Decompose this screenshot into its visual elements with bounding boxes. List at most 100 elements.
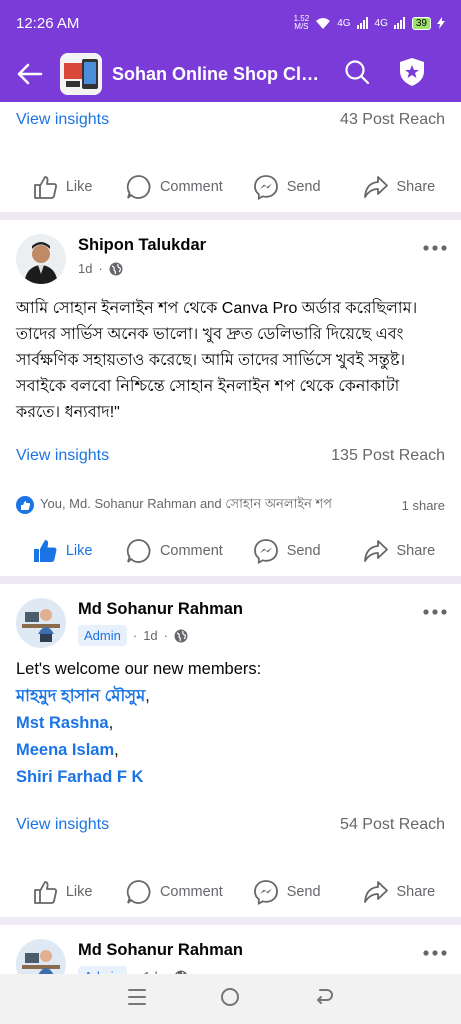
admin-photo-icon [16, 598, 66, 648]
messenger-icon [253, 174, 278, 200]
comment-label: Comment [159, 542, 223, 559]
comment-button[interactable]: Comment [118, 538, 230, 564]
author-name[interactable]: Shipon Talukdar [78, 236, 206, 255]
reactors[interactable]: You, Md. Sohanur Rahman and সোহান অনলাইন… [16, 495, 332, 516]
member-mention: Mst Rashna, [16, 710, 445, 737]
status-time: 12:26 AM [16, 14, 80, 32]
post-time[interactable]: 1d [78, 261, 92, 276]
share-button[interactable]: Share [343, 879, 455, 905]
post-reach: 135 Post Reach [331, 447, 445, 464]
share-arrow-icon [363, 539, 388, 562]
search-button[interactable] [344, 59, 370, 90]
status-bar: 12:26 AM 1.52 M/S 4G 4G 39 [0, 0, 461, 46]
author-name[interactable]: Md Sohanur Rahman [78, 941, 243, 960]
post-text: আমি সোহান ইনলাইন শপ থেকে Canva Pro অর্ডা… [16, 300, 418, 421]
comment-icon [126, 879, 151, 904]
more-dots-icon [423, 950, 447, 956]
network-type-2: 4G [374, 17, 388, 29]
more-dots-icon [423, 245, 447, 251]
share-count[interactable]: 1 share [402, 498, 445, 513]
post-actions: Like Comment Send Share [0, 865, 461, 917]
avatar[interactable] [16, 234, 66, 284]
post-header: Md Sohanur Rahman Admin · 1d · [0, 925, 461, 974]
member-link[interactable]: Mst Rashna [16, 714, 109, 732]
avatar[interactable] [16, 939, 66, 974]
back-nav-button[interactable] [314, 987, 334, 1012]
messenger-icon [253, 538, 278, 564]
share-button[interactable]: Share [343, 538, 455, 564]
post-insights-row: View insights 135 Post Reach [0, 438, 461, 474]
member-link[interactable]: Shiri Farhad F K [16, 768, 143, 786]
like-label: Like [65, 542, 93, 559]
admin-photo-icon [16, 939, 66, 974]
post-card: Shipon Talukdar 1d · আমি সোহান ইনলাইন শপ… [0, 220, 461, 576]
share-arrow-icon [363, 175, 388, 198]
menu-lines-icon [127, 988, 146, 1005]
mention-separator: , [114, 741, 119, 759]
send-button[interactable]: Send [231, 538, 343, 564]
network-type-1: 4G [337, 17, 351, 29]
thumbs-up-icon [33, 880, 57, 904]
post-time[interactable]: 1d [143, 628, 157, 643]
comment-button[interactable]: Comment [118, 879, 230, 905]
view-insights-link[interactable]: View insights [16, 447, 109, 465]
admin-badge: Admin [78, 966, 127, 974]
like-button[interactable]: Like [6, 879, 118, 905]
network-speed: 1.52 M/S [294, 15, 310, 31]
view-insights-link[interactable]: View insights [16, 111, 109, 129]
post-separator [0, 917, 461, 925]
member-mention: Meena Islam, [16, 737, 445, 764]
dot-separator: · [163, 628, 169, 643]
globe-icon [109, 262, 123, 275]
group-title[interactable]: Sohan Online Shop Club... [112, 64, 326, 85]
share-label: Share [396, 883, 436, 900]
reactions-summary: You, Md. Sohanur Rahman and সোহান অনলাইন… [0, 486, 461, 524]
member-link[interactable]: Meena Islam [16, 741, 114, 759]
like-button[interactable]: Like [6, 174, 118, 200]
battery-icon: 39 [411, 16, 431, 30]
status-icons: 1.52 M/S 4G 4G 39 [294, 15, 445, 31]
admin-badge: Admin [78, 625, 127, 646]
send-button[interactable]: Send [231, 879, 343, 905]
admin-tools-button[interactable] [398, 57, 426, 92]
member-mention: মাহমুদ হাসান মৌসুম, [16, 683, 445, 710]
group-thumbnail[interactable] [60, 53, 102, 95]
avatar[interactable] [16, 598, 66, 648]
recent-apps-button[interactable] [127, 988, 147, 1011]
wifi-icon [316, 17, 331, 29]
app-bar: Sohan Online Shop Club... [0, 46, 461, 102]
share-button[interactable]: Share [343, 174, 455, 200]
back-button[interactable] [12, 57, 46, 91]
post-header: Md Sohanur Rahman Admin · 1d · [0, 584, 461, 648]
user-photo-icon [16, 234, 66, 284]
messenger-icon [253, 879, 278, 905]
like-button[interactable]: Like [6, 538, 118, 564]
system-nav-bar [0, 974, 461, 1024]
signal-icon-2 [393, 17, 405, 29]
member-link[interactable]: মাহমুদ হাসান মৌসুম [16, 687, 145, 705]
thumbs-up-filled-icon [33, 539, 57, 562]
home-button[interactable] [220, 987, 240, 1012]
more-options-button[interactable] [423, 234, 447, 257]
thumbs-up-icon [33, 175, 57, 199]
shield-star-icon [400, 57, 424, 86]
like-reaction-icon [16, 496, 34, 514]
more-options-button[interactable] [423, 939, 447, 962]
post-header: Shipon Talukdar 1d · [0, 220, 461, 284]
member-mention: Shiri Farhad F K [16, 764, 445, 791]
author-name[interactable]: Md Sohanur Rahman [78, 600, 243, 619]
dot-separator: · [98, 261, 103, 276]
back-nav-icon [317, 988, 334, 1004]
home-circle-icon [221, 987, 240, 1006]
send-button[interactable]: Send [231, 174, 343, 200]
view-insights-link[interactable]: View insights [16, 816, 109, 834]
dot-separator: · [132, 628, 138, 643]
comment-button[interactable]: Comment [118, 174, 230, 200]
post-reach: 43 Post Reach [340, 111, 445, 128]
more-options-button[interactable] [423, 598, 447, 621]
group-logo-icon [60, 53, 102, 95]
